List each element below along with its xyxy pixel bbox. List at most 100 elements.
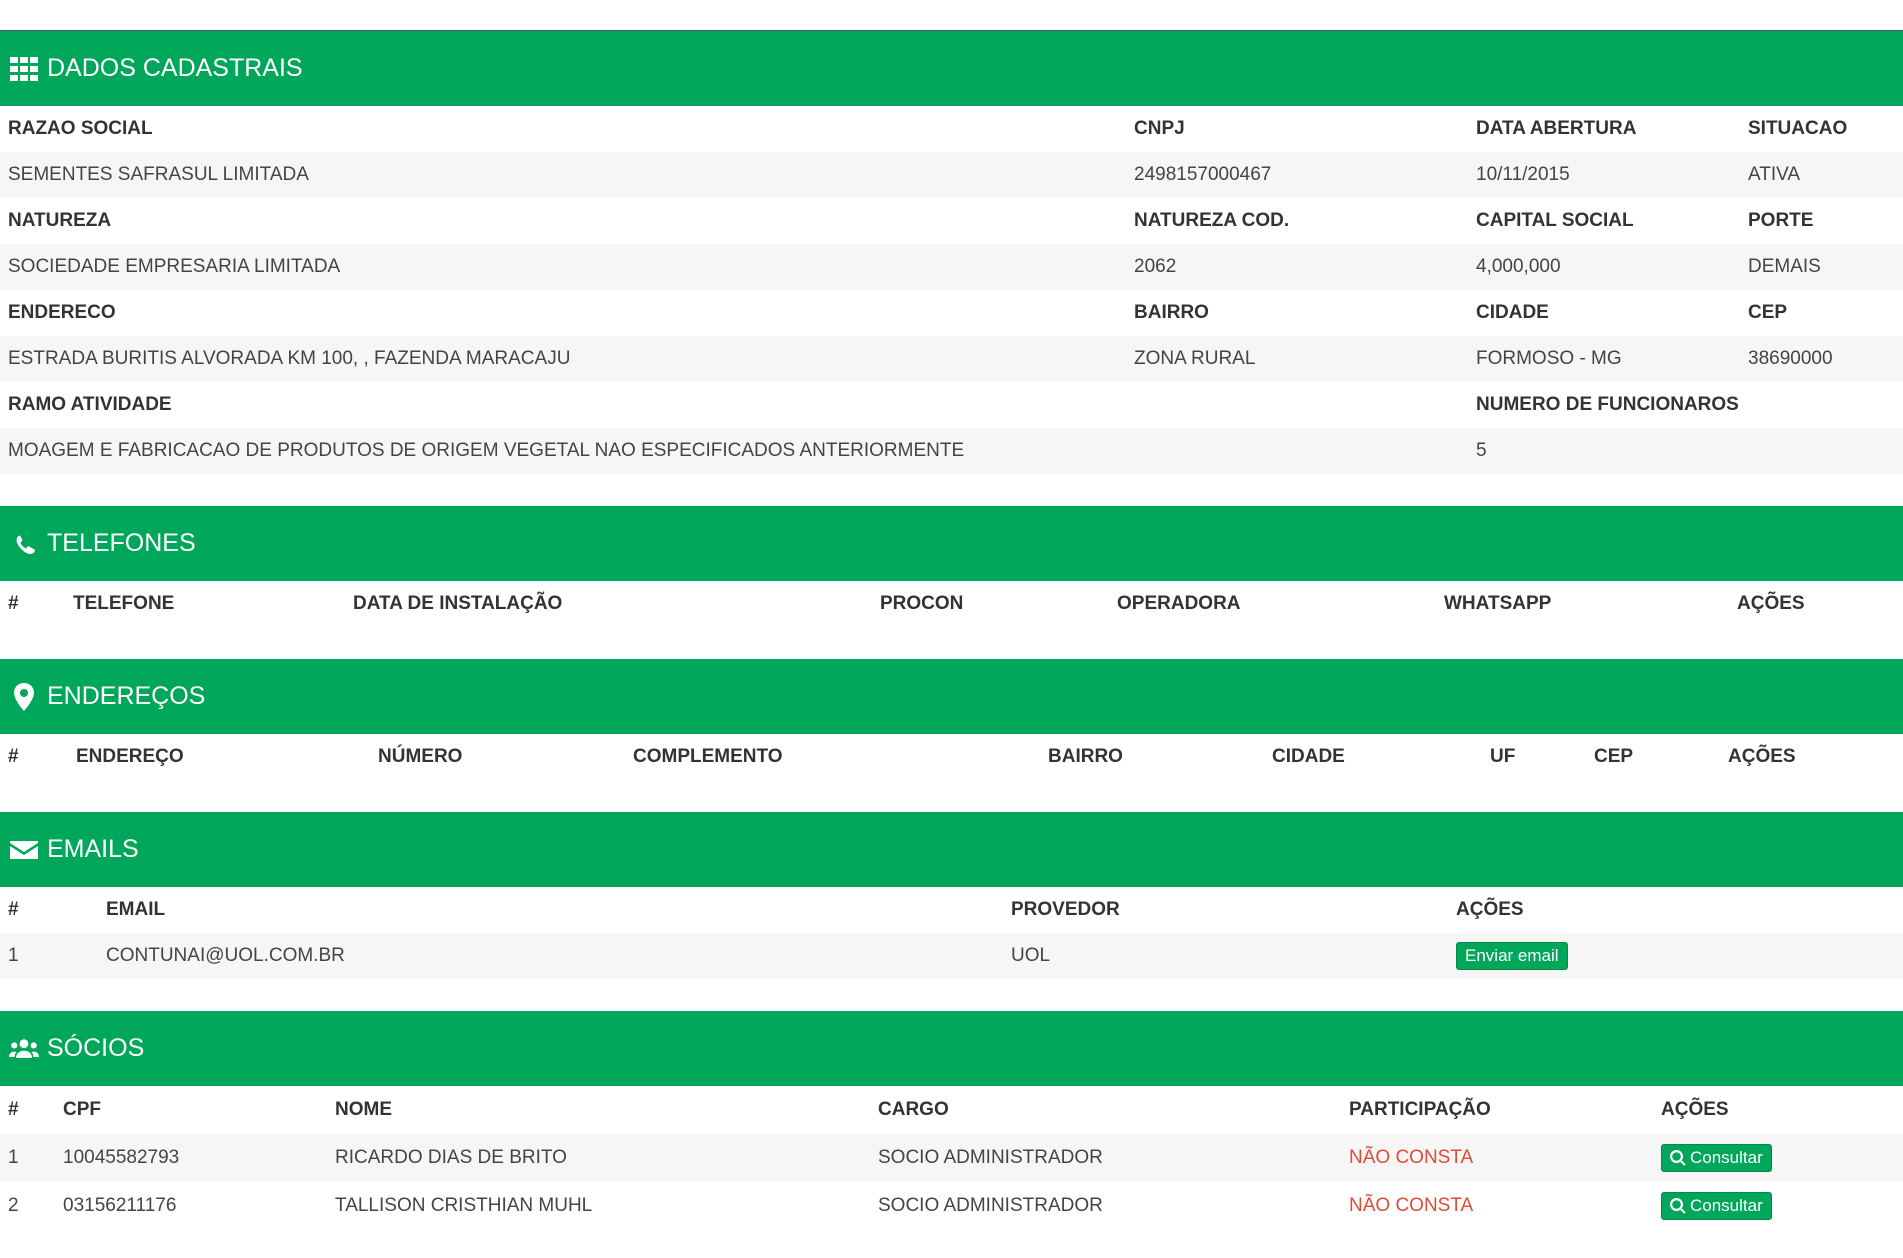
send-email-button[interactable]: Enviar email — [1456, 942, 1568, 970]
section-title: EMAILS — [47, 835, 139, 863]
field-values-row: MOAGEM E FABRICACAO DE PRODUTOS DE ORIGE… — [0, 428, 1903, 474]
value-natureza: SOCIEDADE EMPRESARIA LIMITADA — [8, 256, 341, 277]
top-rule — [0, 0, 1903, 31]
table-header-row: # CPF NOME CARGO PARTICIPAÇÃO AÇÕES — [0, 1086, 1903, 1134]
label-endereco: ENDERECO — [8, 302, 116, 323]
col-index: # — [8, 593, 19, 614]
value-endereco: ESTRADA BURITIS ALVORADA KM 100, , FAZEN… — [8, 348, 571, 369]
field-values-row: SEMENTES SAFRASUL LIMITADA 2498157000467… — [0, 152, 1903, 198]
cargo-value: SOCIO ADMINISTRADOR — [878, 1195, 1103, 1216]
field-labels-row: RAMO ATIVIDADE NUMERO DE FUNCIONAROS — [0, 382, 1903, 428]
col-participacao: PARTICIPAÇÃO — [1349, 1099, 1491, 1120]
label-ramo-atividade: RAMO ATIVIDADE — [8, 394, 172, 415]
col-index: # — [8, 746, 19, 767]
cpf-value: 03156211176 — [63, 1195, 177, 1216]
value-numero-funcionarios: 5 — [1476, 440, 1487, 461]
section-title: SÓCIOS — [47, 1034, 145, 1062]
col-bairro: BAIRRO — [1048, 746, 1123, 767]
actions-cell: Enviar email — [1448, 933, 1903, 979]
value-situacao: ATIVA — [1748, 164, 1801, 185]
col-operadora: OPERADORA — [1117, 593, 1241, 614]
row-index: 1 — [8, 1147, 19, 1168]
row-index: 2 — [8, 1195, 19, 1216]
label-razao-social: RAZAO SOCIAL — [8, 118, 153, 139]
col-complemento: COMPLEMENTO — [633, 746, 783, 767]
label-cidade: CIDADE — [1476, 302, 1549, 323]
table-row: 1 10045582793 RICARDO DIAS DE BRITO SOCI… — [0, 1134, 1903, 1182]
table-header-row: # TELEFONE DATA DE INSTALAÇÃO PROCON OPE… — [0, 581, 1903, 627]
col-endereco: ENDEREÇO — [76, 746, 184, 767]
nome-value: TALLISON CRISTHIAN MUHL — [335, 1195, 593, 1216]
value-natureza-cod: 2062 — [1134, 256, 1177, 277]
participacao-value: NÃO CONSTA — [1349, 1195, 1474, 1216]
map-marker-icon — [9, 682, 39, 712]
col-whatsapp: WHATSAPP — [1444, 593, 1552, 614]
email-value: CONTUNAI@UOL.COM.BR — [106, 945, 345, 966]
col-index: # — [8, 1099, 19, 1120]
field-labels-row: RAZAO SOCIAL CNPJ DATA ABERTURA SITUACAO — [0, 106, 1903, 152]
users-icon — [9, 1034, 39, 1064]
value-cidade: FORMOSO - MG — [1476, 348, 1622, 369]
field-labels-row: NATUREZA NATUREZA COD. CAPITAL SOCIAL PO… — [0, 198, 1903, 244]
value-ramo-atividade: MOAGEM E FABRICACAO DE PRODUTOS DE ORIGE… — [8, 440, 965, 461]
emails-table: # EMAIL PROVEDOR AÇÕES 1 CONTUNAI@UOL.CO… — [0, 887, 1903, 979]
value-porte: DEMAIS — [1748, 256, 1821, 277]
label-bairro: BAIRRO — [1134, 302, 1209, 323]
enderecos-header: ENDEREÇOS — [0, 659, 1903, 734]
search-icon — [1670, 1150, 1686, 1166]
label-capital-social: CAPITAL SOCIAL — [1476, 210, 1634, 231]
label-data-abertura: DATA ABERTURA — [1476, 118, 1637, 139]
section-title: DADOS CADASTRAIS — [47, 54, 303, 82]
col-acoes: AÇÕES — [1737, 593, 1805, 614]
col-telefone: TELEFONE — [73, 593, 175, 614]
col-data-instalacao: DATA DE INSTALAÇÃO — [353, 593, 563, 614]
field-values-row: SOCIEDADE EMPRESARIA LIMITADA 2062 4,000… — [0, 244, 1903, 290]
value-cep: 38690000 — [1748, 348, 1833, 369]
label-cep: CEP — [1748, 302, 1788, 323]
phone-icon — [9, 529, 39, 559]
consultar-button[interactable]: Consultar — [1661, 1192, 1772, 1220]
nome-value: RICARDO DIAS DE BRITO — [335, 1147, 567, 1168]
col-nome: NOME — [335, 1099, 392, 1120]
col-cidade: CIDADE — [1272, 746, 1345, 767]
cargo-value: SOCIO ADMINISTRADOR — [878, 1147, 1103, 1168]
col-cargo: CARGO — [878, 1099, 949, 1120]
label-natureza-cod: NATUREZA COD. — [1134, 210, 1290, 231]
label-numero-funcionarios: NUMERO DE FUNCIONAROS — [1476, 394, 1739, 415]
consultar-button[interactable]: Consultar — [1661, 1144, 1772, 1172]
value-capital-social: 4,000,000 — [1476, 256, 1561, 277]
field-values-row: ESTRADA BURITIS ALVORADA KM 100, , FAZEN… — [0, 336, 1903, 382]
table-header-row: # EMAIL PROVEDOR AÇÕES — [0, 887, 1903, 933]
cpf-value: 10045582793 — [63, 1147, 180, 1168]
actions-cell: Consultar — [1653, 1182, 1903, 1230]
label-natureza: NATUREZA — [8, 210, 112, 231]
col-uf: UF — [1490, 746, 1516, 767]
col-cep: CEP — [1594, 746, 1634, 767]
value-empty — [1126, 428, 1468, 474]
col-acoes: AÇÕES — [1661, 1099, 1729, 1120]
col-index: # — [8, 899, 19, 920]
label-empty — [1126, 382, 1468, 428]
socios-table: # CPF NOME CARGO PARTICIPAÇÃO AÇÕES 1 10… — [0, 1086, 1903, 1230]
search-icon — [1670, 1198, 1686, 1214]
dados-cadastrais-table: RAZAO SOCIAL CNPJ DATA ABERTURA SITUACAO… — [0, 106, 1903, 474]
value-cnpj: 2498157000467 — [1134, 164, 1272, 185]
label-situacao: SITUACAO — [1748, 118, 1848, 139]
col-procon: PROCON — [880, 593, 964, 614]
col-acoes: AÇÕES — [1728, 746, 1796, 767]
th-grid-icon — [9, 54, 39, 84]
enderecos-table: # ENDEREÇO NÚMERO COMPLEMENTO BAIRRO CID… — [0, 734, 1903, 780]
socios-header: SÓCIOS — [0, 1011, 1903, 1086]
table-row: 1 CONTUNAI@UOL.COM.BR UOL Enviar email — [0, 933, 1903, 979]
section-title: TELEFONES — [47, 529, 196, 557]
table-row: 2 03156211176 TALLISON CRISTHIAN MUHL SO… — [0, 1182, 1903, 1230]
col-provedor: PROVEDOR — [1011, 899, 1120, 920]
label-porte: PORTE — [1748, 210, 1814, 231]
envelope-icon — [9, 835, 39, 865]
col-acoes: AÇÕES — [1456, 899, 1524, 920]
label-cnpj: CNPJ — [1134, 118, 1185, 139]
provedor-value: UOL — [1011, 945, 1051, 966]
